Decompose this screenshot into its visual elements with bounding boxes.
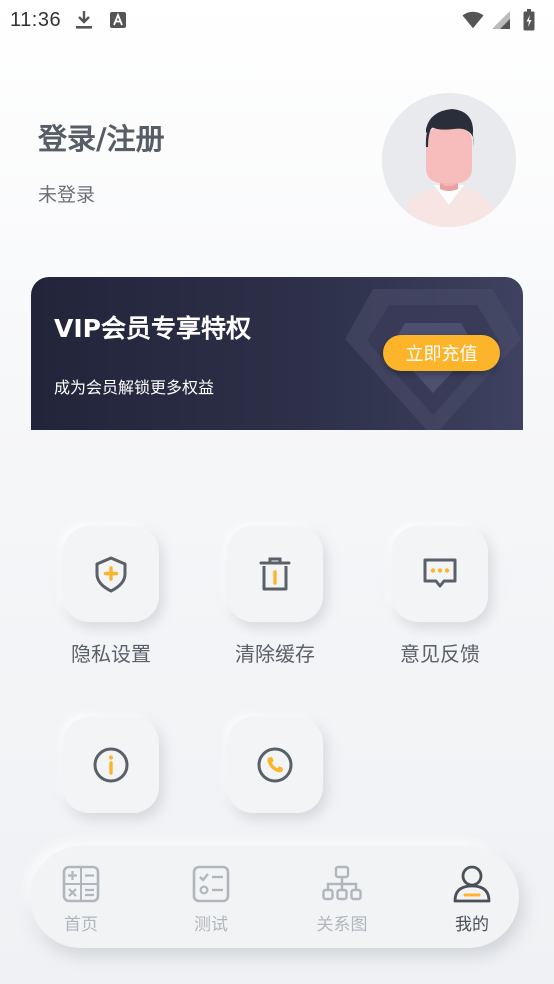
male-avatar-icon [382, 93, 516, 227]
nav-label-relation-map: 关系图 [316, 915, 368, 935]
login-status-text: 未登录 [38, 184, 96, 206]
user-icon [453, 865, 491, 903]
nav-label-test: 测试 [194, 915, 228, 935]
about-tile[interactable] [63, 717, 159, 813]
download-icon [73, 9, 95, 31]
signal-icon [490, 9, 512, 31]
status-left: 11:36 [10, 9, 129, 32]
phone-icon [257, 747, 293, 783]
info-icon [93, 747, 129, 783]
clear-cache-tile[interactable] [227, 526, 323, 622]
feedback-label: 意见反馈 [400, 642, 480, 666]
vip-banner[interactable]: VIP会员专享特权 成为会员解锁更多权益 立即充值 [31, 277, 523, 430]
message-dots-icon [423, 558, 457, 588]
feedback-item[interactable]: 意见反馈 [385, 526, 495, 667]
privacy-settings-label: 隐私设置 [71, 642, 151, 666]
login-register-link[interactable]: 登录/注册 [38, 116, 165, 158]
vip-title: VIP会员专享特权 [54, 314, 251, 343]
nav-item-home[interactable]: 首页 [41, 864, 121, 935]
battery-icon [518, 9, 540, 31]
vip-subtitle: 成为会员解锁更多权益 [54, 378, 215, 397]
nav-item-test[interactable]: 测试 [171, 864, 251, 935]
about-item[interactable] [56, 717, 166, 829]
privacy-settings-item[interactable]: 隐私设置 [56, 526, 166, 667]
wifi-icon [462, 9, 484, 31]
contact-tile[interactable] [227, 717, 323, 813]
nav-label-mine: 我的 [455, 915, 489, 935]
nav-item-relation-map[interactable]: 关系图 [302, 864, 382, 935]
hierarchy-icon [322, 865, 362, 901]
clear-cache-item[interactable]: 清除缓存 [220, 526, 330, 667]
status-right [462, 9, 540, 31]
bottom-nav: 首页 测试 关系图 我的 [30, 846, 519, 948]
contact-item[interactable] [220, 717, 330, 829]
nav-label-home: 首页 [64, 915, 98, 935]
nav-item-mine[interactable]: 我的 [432, 864, 512, 935]
privacy-settings-tile[interactable] [63, 526, 159, 622]
font-app-icon [107, 9, 129, 31]
status-bar: 11:36 [0, 0, 554, 40]
status-time: 11:36 [10, 8, 62, 31]
avatar[interactable] [382, 93, 516, 227]
calculator-icon [62, 865, 100, 903]
clear-cache-label: 清除缓存 [235, 642, 315, 666]
trash-icon [259, 557, 291, 591]
checklist-icon [192, 865, 230, 903]
recharge-button[interactable]: 立即充值 [383, 335, 500, 371]
shield-plus-icon [95, 556, 127, 593]
feedback-tile[interactable] [392, 526, 488, 622]
